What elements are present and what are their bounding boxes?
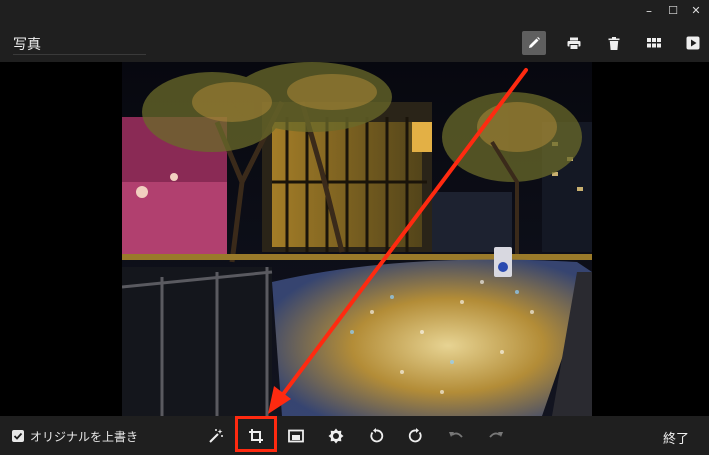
photo-illumination-night[interactable]: [122, 62, 592, 416]
rotate-right-icon: [408, 428, 422, 443]
minimize-button[interactable]: –: [640, 2, 658, 20]
brightness-icon: [328, 428, 344, 444]
undo-button[interactable]: [445, 425, 467, 447]
rotate-left-button[interactable]: [365, 425, 387, 447]
auto-fix-button[interactable]: [205, 425, 227, 447]
pencil-icon: [529, 37, 540, 48]
delete-button[interactable]: [602, 31, 626, 55]
app-header: 写真: [0, 22, 709, 62]
done-button[interactable]: 終了: [663, 428, 689, 447]
grid-icon: [647, 38, 661, 48]
edit-toolbar: オリジナルを上書き 終了: [0, 416, 709, 455]
crop-highlight-box: [235, 416, 277, 452]
overwrite-label: オリジナルを上書き: [30, 429, 139, 444]
redo-icon: [489, 432, 503, 438]
play-icon: [686, 36, 700, 50]
window-titlebar: – ☐ ✕: [0, 0, 709, 22]
aspect-icon: [288, 429, 304, 443]
rotate-left-icon: [370, 428, 384, 443]
printer-icon: [567, 37, 581, 50]
photo-title-field[interactable]: 写真: [13, 34, 146, 55]
auto-fix-icon: [209, 429, 223, 443]
aspect-button[interactable]: [285, 425, 307, 447]
brightness-button[interactable]: [325, 425, 347, 447]
undo-icon: [449, 432, 463, 438]
slideshow-button[interactable]: [681, 31, 705, 55]
maximize-button[interactable]: ☐: [664, 2, 682, 20]
overwrite-checkbox[interactable]: [12, 430, 24, 442]
overwrite-original-option[interactable]: オリジナルを上書き: [12, 428, 138, 444]
trash-icon: [608, 36, 620, 50]
gallery-button[interactable]: [642, 31, 666, 55]
rotate-right-button[interactable]: [405, 425, 427, 447]
print-button[interactable]: [562, 31, 586, 55]
check-icon: [13, 432, 23, 440]
night-illumination-photo: [122, 62, 592, 416]
photo-viewer: [0, 62, 709, 416]
close-button[interactable]: ✕: [687, 2, 705, 20]
edit-button[interactable]: [522, 31, 546, 55]
redo-button[interactable]: [485, 425, 507, 447]
